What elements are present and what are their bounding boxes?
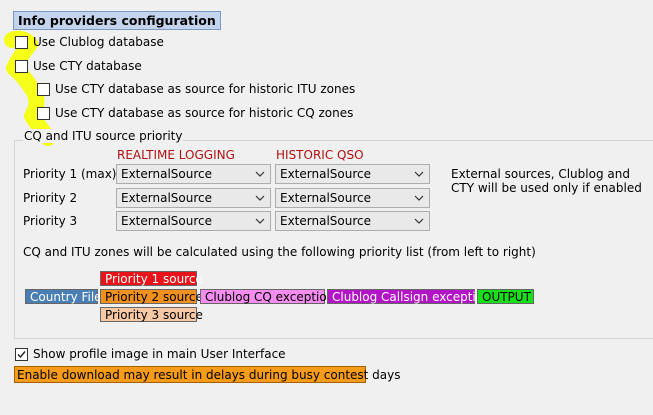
realtime-column-header: REALTIME LOGGING	[117, 148, 235, 162]
priority-2-label: Priority 2	[23, 191, 78, 205]
cty-cq-checkbox[interactable]	[37, 107, 50, 120]
historic-column-header: HISTORIC QSO	[276, 148, 364, 162]
output-box: OUTPUT	[477, 289, 534, 304]
show-profile-checkbox[interactable]	[15, 348, 28, 361]
use-cty-checkbox[interactable]	[15, 60, 28, 73]
priority-3-historic-value: ExternalSource	[280, 214, 372, 228]
clublog-cq-exception-box: Clublog CQ exception	[200, 289, 334, 304]
priority-1-source-box: Priority 1 source	[100, 271, 203, 286]
priority-2-realtime-select[interactable]: ExternalSource	[116, 188, 271, 208]
priority-3-realtime-value: ExternalSource	[121, 214, 213, 228]
section-title: Info providers configuration	[13, 11, 221, 30]
cty-itu-checkbox[interactable]	[37, 83, 50, 96]
priority-3-label: Priority 3	[23, 214, 78, 228]
chevron-down-icon	[255, 218, 265, 224]
priority-2-source-box: Priority 2 source	[100, 289, 203, 304]
priority-3-source-box: Priority 3 source	[100, 307, 203, 322]
priority-1-label: Priority 1 (max)	[23, 167, 117, 181]
priority-group-label: CQ and ITU source priority	[23, 129, 184, 143]
chevron-down-icon	[255, 171, 265, 177]
cty-itu-label: Use CTY database as source for historic …	[55, 82, 356, 96]
priority-2-realtime-value: ExternalSource	[121, 191, 213, 205]
priority-3-realtime-select[interactable]: ExternalSource	[116, 211, 271, 231]
show-profile-label: Show profile image in main User Interfac…	[33, 347, 286, 361]
download-warning-banner: Enable download may result in delays dur…	[14, 366, 401, 383]
country-file-box: Country File	[25, 289, 102, 304]
priority-1-realtime-value: ExternalSource	[121, 167, 213, 181]
priority-1-historic-select[interactable]: ExternalSource	[275, 164, 430, 184]
clublog-callsign-exception-box: Clublog Callsign exception	[327, 289, 491, 304]
note-line-1: External sources, Clublog and	[451, 167, 630, 181]
use-cty-label: Use CTY database	[33, 59, 142, 73]
priority-3-historic-select[interactable]: ExternalSource	[275, 211, 430, 231]
priority-2-historic-select[interactable]: ExternalSource	[275, 188, 430, 208]
priority-1-historic-value: ExternalSource	[280, 167, 372, 181]
checkmark-icon	[17, 351, 26, 359]
priority-1-realtime-select[interactable]: ExternalSource	[116, 164, 271, 184]
note-line-2: CTY will be used only if enabled	[451, 181, 642, 195]
calculation-description: CQ and ITU zones will be calculated usin…	[23, 245, 536, 259]
chevron-down-icon	[414, 171, 424, 177]
use-clublog-checkbox[interactable]	[15, 36, 28, 49]
priority-2-historic-value: ExternalSource	[280, 191, 372, 205]
chevron-down-icon	[255, 195, 265, 201]
chevron-down-icon	[414, 218, 424, 224]
cty-cq-label: Use CTY database as source for historic …	[55, 106, 354, 120]
use-clublog-label: Use Clublog database	[33, 35, 164, 49]
chevron-down-icon	[414, 195, 424, 201]
